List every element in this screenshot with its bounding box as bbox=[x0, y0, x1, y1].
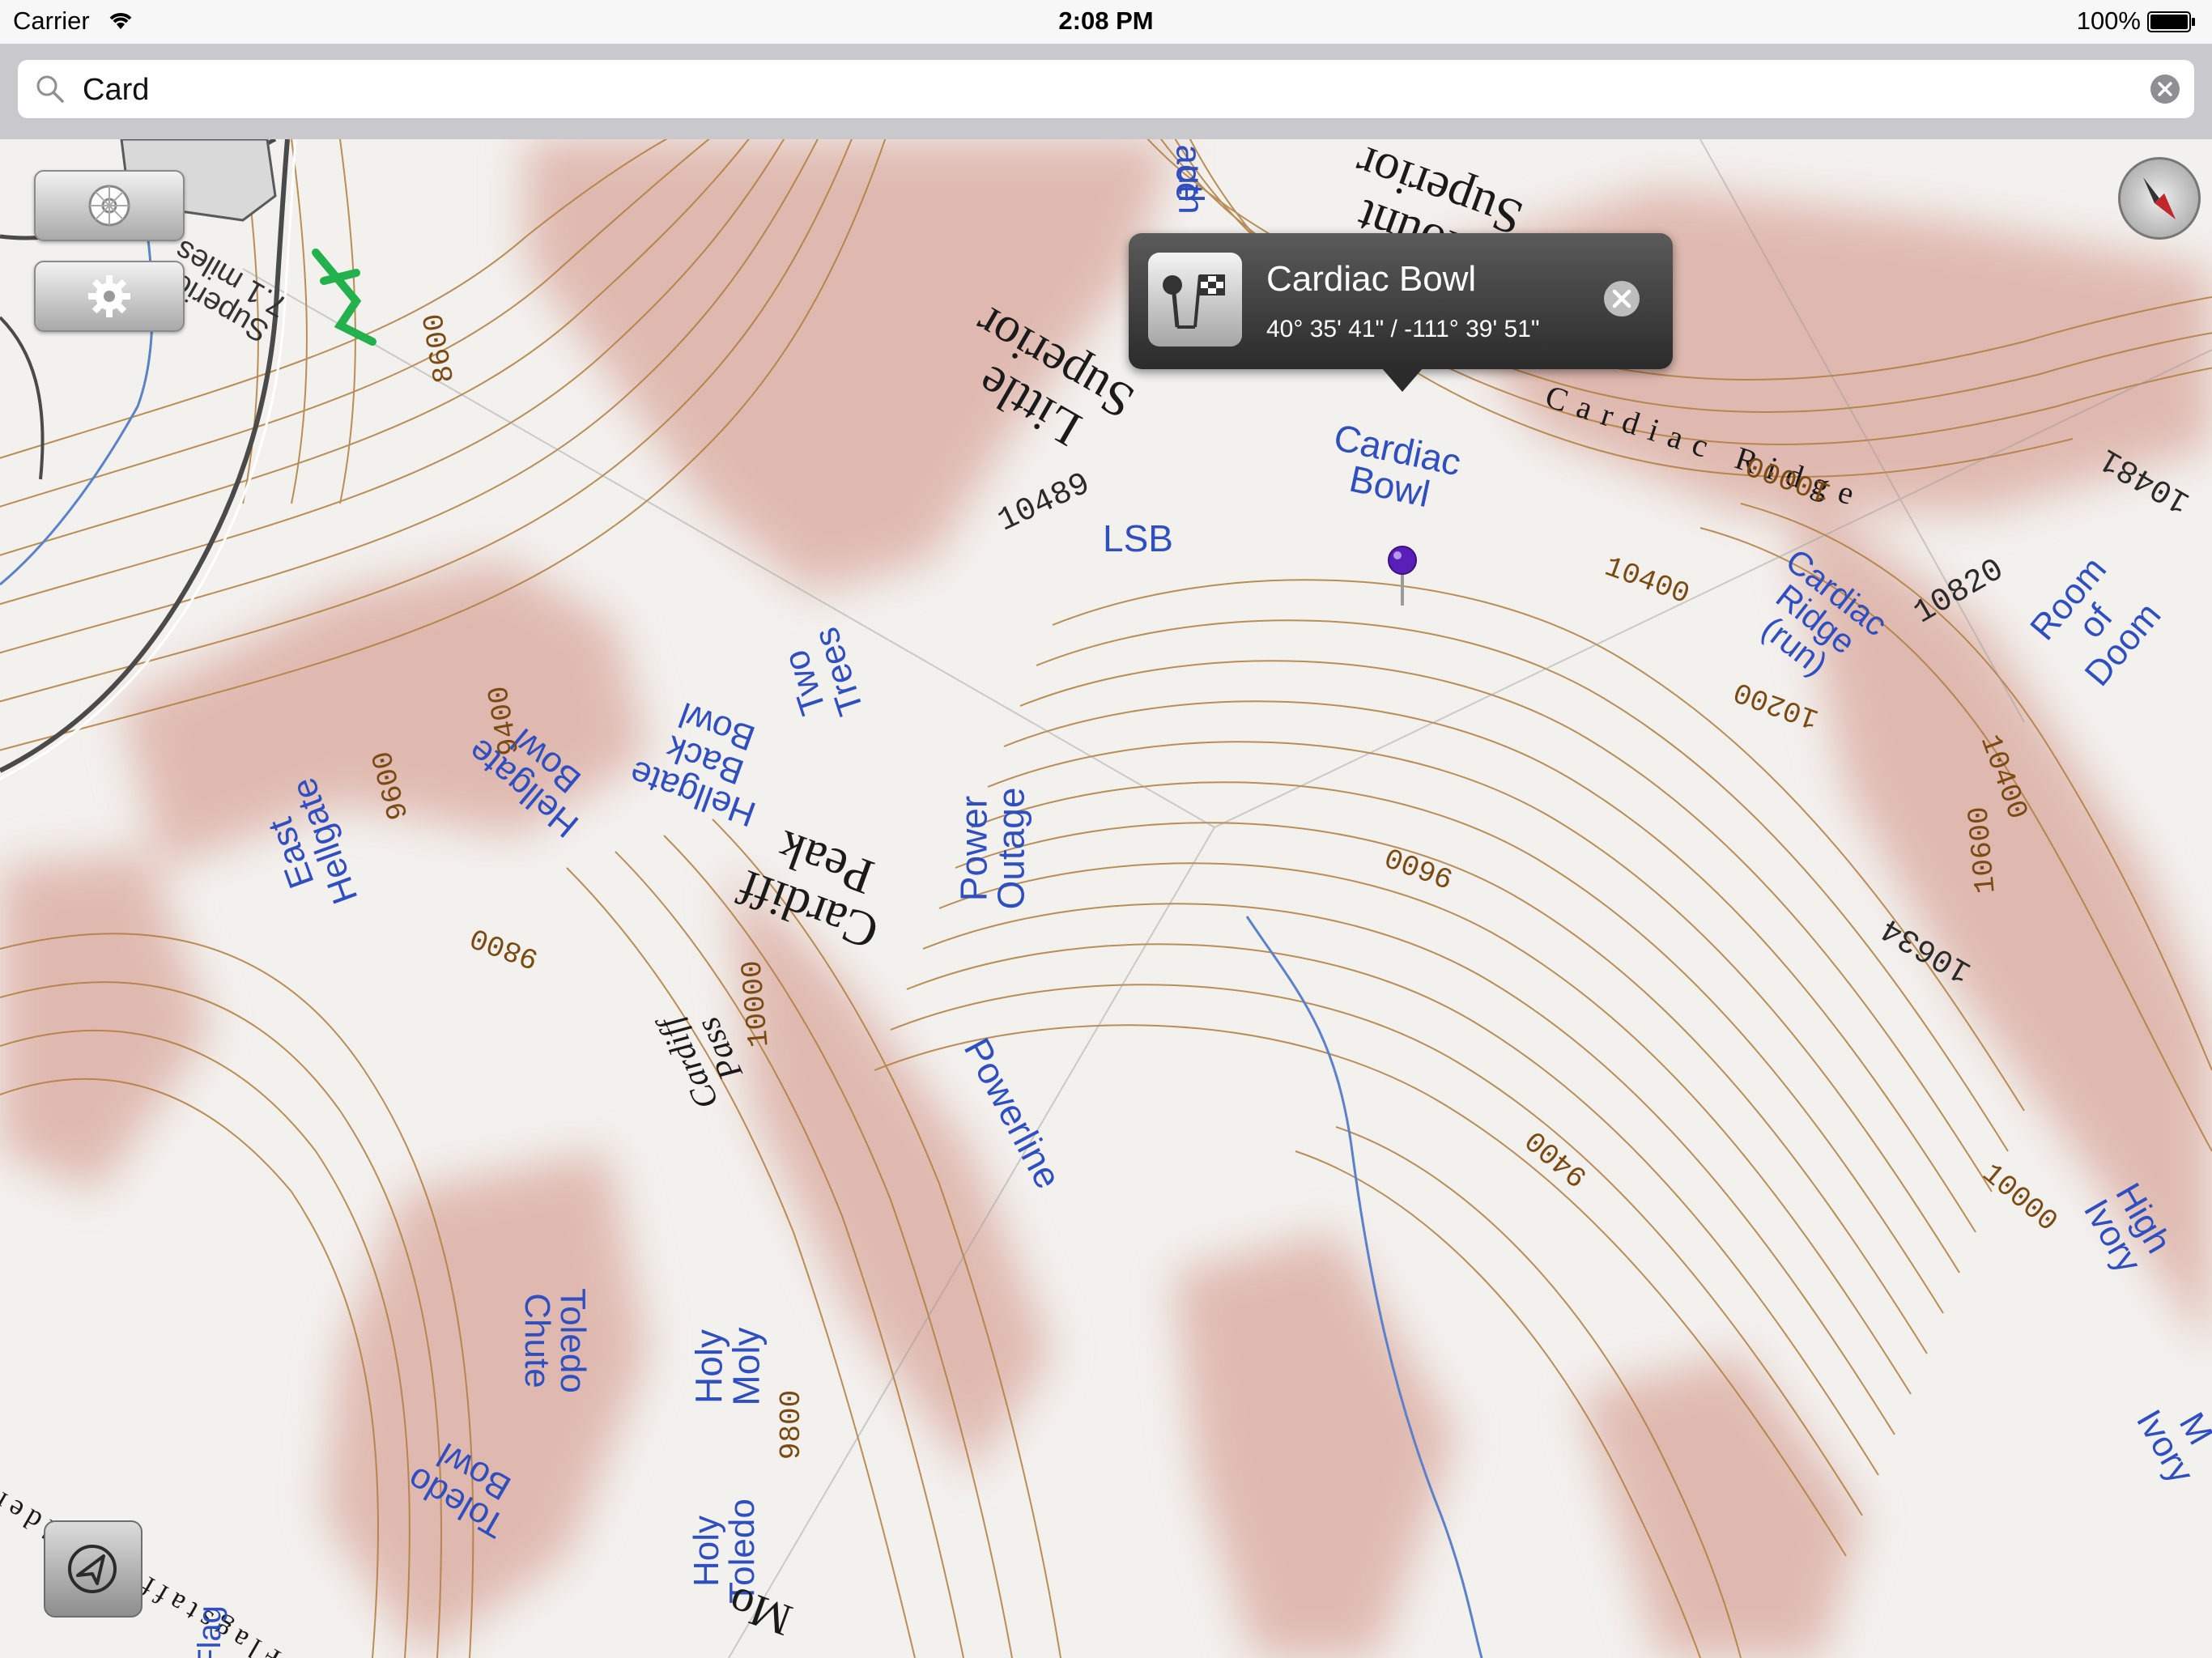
map-label-power-outage: Power Outage bbox=[952, 787, 1032, 910]
close-icon[interactable] bbox=[1602, 278, 1642, 319]
compass-icon bbox=[2143, 177, 2176, 219]
clock: 2:08 PM bbox=[1058, 6, 1154, 35]
clear-icon[interactable] bbox=[2149, 73, 2181, 105]
elevation-label: 10600 bbox=[1962, 805, 2003, 895]
dropped-pin-icon[interactable] bbox=[1386, 544, 1419, 609]
map-label-holy-moly: Holy Moly bbox=[687, 1327, 768, 1406]
map-layers-button[interactable] bbox=[34, 170, 185, 241]
topo-map[interactable]: Cardiac Bowl LSB Cardiac Ridge (run) Roo… bbox=[0, 139, 2212, 1658]
search-bar bbox=[0, 44, 2212, 139]
gear-icon bbox=[88, 275, 130, 317]
callout-title: Cardiac Bowl bbox=[1266, 259, 1477, 299]
battery-percent: 100% bbox=[2076, 6, 2141, 35]
search-field[interactable] bbox=[18, 60, 2194, 120]
map-label-ace: ace bbox=[1168, 144, 1209, 202]
elevation-label: 10000 bbox=[735, 959, 776, 1049]
callout-category-button[interactable] bbox=[1148, 253, 1242, 346]
map-label-lsb: LSB bbox=[1103, 517, 1173, 559]
battery-icon bbox=[2147, 11, 2195, 32]
locate-me-button[interactable] bbox=[44, 1520, 143, 1618]
elevation-label: 9800 bbox=[775, 1389, 809, 1460]
search-input[interactable] bbox=[81, 60, 2108, 120]
location-arrow-icon bbox=[68, 1545, 117, 1593]
map-label-toledo-chute: Toledo Chute bbox=[517, 1288, 593, 1393]
callout-pointer bbox=[1381, 368, 1423, 392]
peak-label-flag: Flag bbox=[191, 1605, 228, 1658]
search-icon bbox=[36, 75, 64, 103]
flag-pin-icon bbox=[1163, 274, 1225, 329]
callout-coordinates: 40° 35' 41" / -111° 39' 51" bbox=[1266, 316, 1540, 342]
location-callout[interactable]: Cardiac Bowl 40° 35' 41" / -111° 39' 51" bbox=[1129, 233, 1673, 392]
compass-button[interactable] bbox=[2118, 157, 2201, 240]
settings-button[interactable] bbox=[34, 261, 185, 332]
status-bar: Carrier 2:08 PM 100% bbox=[0, 0, 2212, 44]
map-layers-icon bbox=[88, 185, 130, 227]
